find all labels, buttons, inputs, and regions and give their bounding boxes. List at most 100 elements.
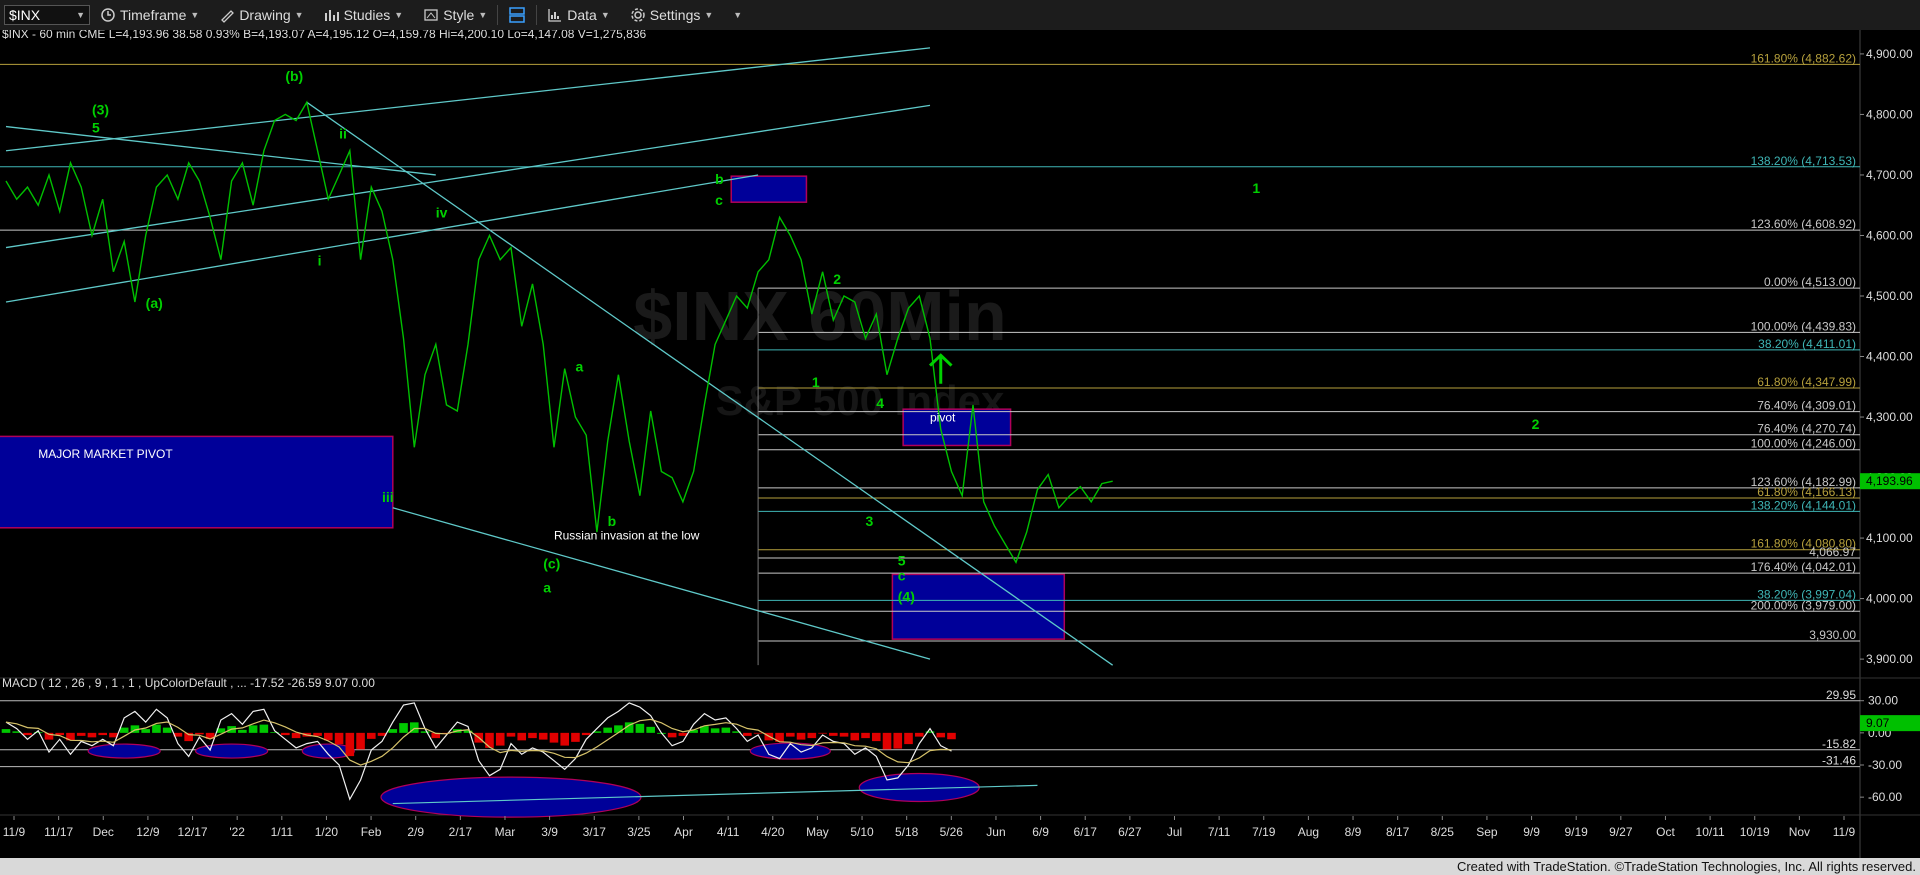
macd-axis-label: -30.00 [1868, 758, 1902, 772]
time-axis-label: 11/17 [44, 825, 73, 839]
settings-menu[interactable]: Settings ▼ [620, 0, 724, 30]
macd-level-label: -15.82 [1822, 737, 1856, 751]
macd-histogram-bar [646, 726, 655, 733]
macd-histogram-bar [76, 732, 86, 736]
time-axis-label: 9/27 [1609, 825, 1633, 839]
data-caret-icon: ▼ [600, 10, 610, 20]
macd-histogram-bar [313, 732, 322, 736]
price-header: $INX - 60 min CME L=4,193.96 38.58 0.93%… [2, 30, 646, 41]
timeframe-menu[interactable]: Timeframe ▼ [90, 0, 209, 30]
studies-menu[interactable]: Studies ▼ [314, 0, 414, 30]
fib-level-label: 3,930.00 [1809, 628, 1856, 642]
time-axis-label: Jun [986, 825, 1005, 839]
macd-histogram-bar [753, 732, 763, 734]
time-axis-label: 8/9 [1345, 825, 1362, 839]
pencil-icon [221, 10, 235, 23]
macd-histogram-bar [560, 732, 569, 746]
time-axis-label: '22 [229, 825, 245, 839]
macd-histogram-bar [345, 732, 355, 757]
time-axis-label: 12/17 [178, 825, 208, 839]
fib-level-label: 61.80% (4,166.13) [1757, 485, 1856, 499]
wave-label: 5 [898, 552, 906, 568]
wave-label: (a) [146, 295, 163, 311]
time-axis-label: 12/9 [136, 825, 160, 839]
macd-histogram-bar [238, 729, 247, 733]
macd-histogram-bar [678, 732, 688, 736]
price-axis-label: 4,400.00 [1866, 350, 1913, 364]
window-layout-icon [509, 7, 526, 23]
drawing-menu[interactable]: Drawing ▼ [209, 0, 313, 30]
style-menu[interactable]: Style ▼ [413, 0, 497, 30]
macd-histogram-bar [281, 732, 290, 736]
time-axis-label: 6/9 [1032, 825, 1049, 839]
macd-divergence-ellipse [87, 743, 161, 759]
macd-histogram-bar [334, 732, 344, 745]
time-axis-label: Mar [495, 825, 516, 839]
macd-histogram-bar [635, 723, 645, 733]
time-axis-label: 6/17 [1074, 825, 1098, 839]
fib-level-label: 161.80% (4,882.62) [1751, 51, 1856, 65]
studies-label: Studies [343, 7, 391, 23]
wave-label: 1 [812, 374, 820, 390]
macd-histogram-bar [152, 724, 161, 733]
time-axis-label: 2/9 [407, 825, 424, 839]
style-caret-icon: ▼ [478, 10, 488, 20]
time-axis-label: 9/19 [1565, 825, 1589, 839]
macd-histogram-bar [914, 732, 924, 737]
time-axis-label: Apr [674, 825, 693, 839]
time-axis-label: 3/25 [627, 825, 651, 839]
macd-histogram-bar [549, 732, 559, 743]
macd-histogram-bar [710, 728, 720, 733]
macd-histogram-bar [141, 729, 150, 733]
macd-histogram-bar [420, 731, 430, 733]
time-axis-label: 2/17 [449, 825, 473, 839]
annotation-label: Russian invasion at the low [554, 528, 700, 542]
drawing-label: Drawing [239, 7, 291, 23]
macd-histogram-bar [807, 732, 817, 739]
time-axis-label: 3/9 [541, 825, 558, 839]
chart-area[interactable]: $INX 60MinS&P 500 Index161.80% (4,882.62… [0, 30, 1920, 860]
time-axis-label: 7/19 [1252, 825, 1276, 839]
macd-histogram-bar [571, 732, 580, 742]
wave-label: a [575, 359, 583, 375]
macd-histogram-bar [850, 732, 860, 741]
macd-histogram-bar [861, 732, 870, 739]
symbol-selector[interactable]: $INX ▼ [4, 5, 90, 25]
fib-level-label: 100.00% (4,246.00) [1751, 437, 1856, 451]
overflow-menu[interactable]: ▼ [723, 0, 752, 30]
macd-histogram-bar [119, 727, 129, 733]
time-axis-label: 11/9 [3, 825, 26, 839]
wave-label: 4 [876, 395, 884, 411]
macd-histogram-bar [248, 725, 258, 733]
layout-button[interactable] [498, 0, 536, 30]
time-axis-label: 8/25 [1431, 825, 1455, 839]
data-label: Data [567, 7, 597, 23]
macd-axis-label: 30.00 [1868, 694, 1898, 708]
annotation-label: MAJOR MARKET PIVOT [38, 447, 173, 461]
macd-histogram-bar [388, 729, 398, 733]
fib-level-label: 200.00% (3,979.00) [1751, 598, 1856, 612]
macd-histogram-bar [614, 725, 623, 733]
macd-histogram-bar [818, 732, 827, 734]
time-axis-label: 5/10 [850, 825, 874, 839]
time-axis-label: Jul [1167, 825, 1182, 839]
macd-histogram-bar [871, 732, 881, 742]
time-axis-label: 7/11 [1208, 825, 1231, 839]
time-axis-label: 4/20 [761, 825, 785, 839]
wave-label: 1 [1252, 180, 1260, 196]
macd-axis-label: -60.00 [1868, 790, 1902, 804]
macd-histogram-bar [936, 732, 946, 738]
studies-caret-icon: ▼ [394, 10, 404, 20]
wave-4-target-box [891, 573, 1066, 640]
macd-histogram-bar [904, 732, 913, 745]
data-menu[interactable]: Data ▼ [537, 0, 620, 30]
macd-histogram-bar [786, 732, 795, 737]
macd-level-label: -31.46 [1822, 754, 1856, 768]
price-axis-label: 4,700.00 [1866, 168, 1913, 182]
macd-histogram-bar [882, 732, 892, 750]
macd-histogram-bar [23, 732, 32, 736]
pivot-box [902, 408, 1012, 447]
fib-level-label: 100.00% (4,439.83) [1751, 319, 1856, 333]
annotation-label: pivot [930, 410, 956, 424]
fib-level-label: 76.40% (4,309.01) [1757, 399, 1856, 413]
